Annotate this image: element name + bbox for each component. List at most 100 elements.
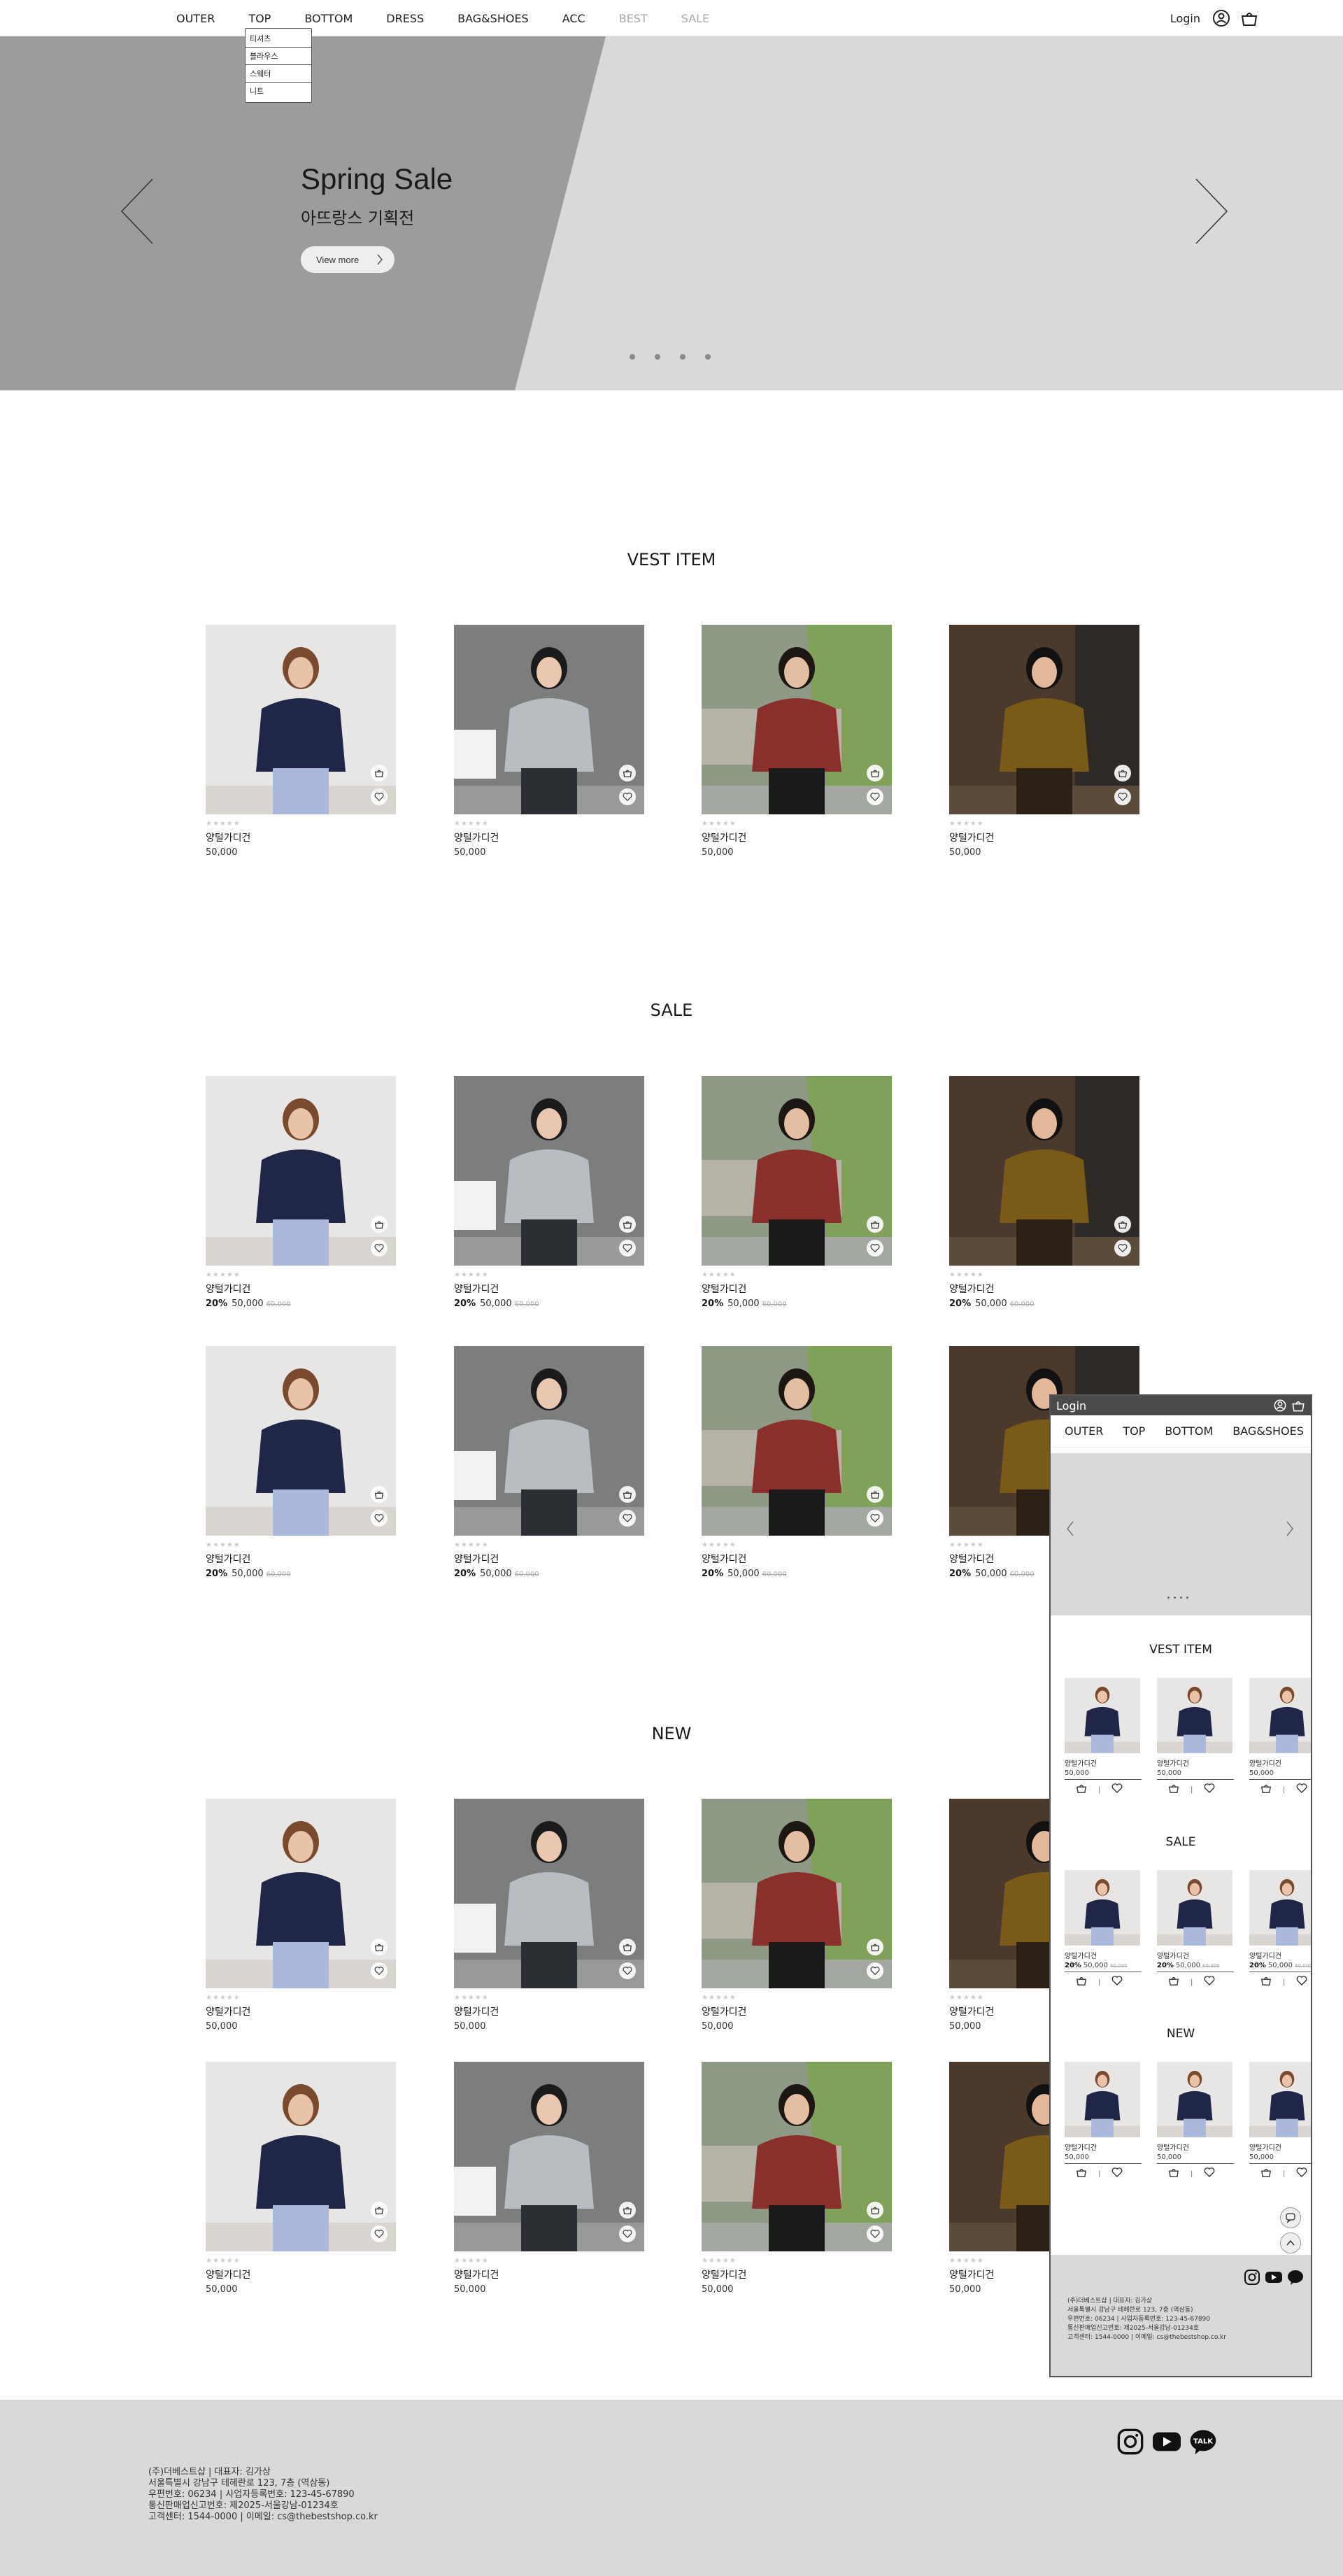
wishlist-heart-icon[interactable]: [867, 1510, 883, 1527]
nav-best[interactable]: BEST: [619, 12, 648, 25]
kakao-talk-icon[interactable]: [1287, 2269, 1304, 2286]
product-card[interactable]: ★★★★★ 양털가디건 50,000: [454, 1799, 644, 2032]
add-to-cart-icon[interactable]: [371, 765, 388, 781]
add-to-cart-icon[interactable]: [619, 1216, 636, 1233]
product-image[interactable]: [454, 1076, 644, 1266]
add-to-cart-icon[interactable]: [1260, 1783, 1272, 1797]
product-card[interactable]: ★★★★★ 양털가디건 50,000: [949, 625, 1139, 858]
mobile-product-name[interactable]: 양털가디건: [1249, 1757, 1311, 1768]
nav-top[interactable]: TOP: [248, 12, 271, 25]
hero-dot[interactable]: [705, 354, 711, 360]
wishlist-heart-icon[interactable]: [619, 788, 636, 805]
hero-prev-arrow[interactable]: [118, 176, 159, 246]
wishlist-heart-icon[interactable]: [1296, 1783, 1307, 1797]
product-image[interactable]: [702, 1076, 892, 1266]
mobile-product-name[interactable]: 양털가디건: [1065, 1950, 1142, 1960]
mobile-product-name[interactable]: 양털가디건: [1065, 2142, 1142, 2152]
mobile-product-card[interactable]: 양털가디건 50,000 |: [1249, 1678, 1311, 1797]
mobile-product-card[interactable]: 양털가디건 50,000 |: [1065, 1678, 1142, 1797]
mobile-chat-button[interactable]: [1280, 2207, 1301, 2228]
product-image[interactable]: [702, 1799, 892, 1988]
mobile-nav-bag-shoes[interactable]: BAG&SHOES: [1232, 1424, 1304, 1438]
product-name[interactable]: 양털가디건: [702, 1282, 892, 1296]
wishlist-heart-icon[interactable]: [1114, 788, 1131, 805]
youtube-icon[interactable]: [1151, 2428, 1182, 2456]
add-to-cart-icon[interactable]: [371, 1486, 388, 1503]
login-link[interactable]: Login: [1170, 12, 1200, 25]
wishlist-heart-icon[interactable]: [371, 1240, 388, 1257]
product-name[interactable]: 양털가디건: [949, 1282, 1139, 1296]
add-to-cart-icon[interactable]: [619, 1486, 636, 1503]
add-to-cart-icon[interactable]: [1076, 2167, 1087, 2181]
add-to-cart-icon[interactable]: [1260, 1975, 1272, 1989]
instagram-icon[interactable]: [1244, 2269, 1260, 2286]
wishlist-heart-icon[interactable]: [1204, 1975, 1215, 1989]
add-to-cart-icon[interactable]: [1114, 1216, 1131, 1233]
mobile-product-image[interactable]: [1065, 1870, 1140, 1946]
product-image[interactable]: [206, 625, 396, 814]
mobile-user-icon[interactable]: [1273, 1399, 1287, 1413]
product-image[interactable]: [454, 625, 644, 814]
product-image[interactable]: [206, 1799, 396, 1988]
product-image[interactable]: [454, 1346, 644, 1536]
mobile-product-image[interactable]: [1157, 2062, 1232, 2137]
product-image[interactable]: [206, 1346, 396, 1536]
nav-outer[interactable]: OUTER: [176, 12, 215, 25]
view-more-button[interactable]: View more: [301, 246, 395, 273]
add-to-cart-icon[interactable]: [371, 2202, 388, 2218]
add-to-cart-icon[interactable]: [371, 1939, 388, 1955]
mobile-nav-outer[interactable]: OUTER: [1065, 1424, 1103, 1438]
product-card[interactable]: ★★★★★ 양털가디건 20% 50,000 60,000: [454, 1346, 644, 1579]
product-card[interactable]: ★★★★★ 양털가디건 20% 50,000 60,000: [949, 1076, 1139, 1309]
mobile-cart-icon[interactable]: [1291, 1399, 1305, 1413]
wishlist-heart-icon[interactable]: [1111, 2167, 1123, 2181]
mobile-product-image[interactable]: [1157, 1870, 1232, 1946]
mobile-product-name[interactable]: 양털가디건: [1249, 2142, 1311, 2152]
user-icon[interactable]: [1211, 8, 1231, 28]
wishlist-heart-icon[interactable]: [1204, 1783, 1215, 1797]
kakao-talk-icon[interactable]: TALK: [1189, 2428, 1217, 2456]
mobile-next-arrow[interactable]: [1286, 1520, 1294, 1537]
wishlist-heart-icon[interactable]: [371, 1510, 388, 1527]
product-card[interactable]: ★★★★★ 양털가디건 20% 50,000 60,000: [206, 1346, 396, 1579]
hero-dot[interactable]: [655, 354, 660, 360]
mobile-product-card[interactable]: 양털가디건 50,000 |: [1249, 2062, 1311, 2181]
mobile-product-card[interactable]: 양털가디건 50,000 |: [1065, 2062, 1142, 2181]
mobile-product-name[interactable]: 양털가디건: [1157, 2142, 1234, 2152]
product-name[interactable]: 양털가디건: [702, 1552, 892, 1566]
mobile-product-image[interactable]: [1249, 1678, 1311, 1753]
add-to-cart-icon[interactable]: [619, 2202, 636, 2218]
mobile-product-name[interactable]: 양털가디건: [1249, 1950, 1311, 1960]
product-name[interactable]: 양털가디건: [949, 830, 1139, 844]
wishlist-heart-icon[interactable]: [867, 788, 883, 805]
wishlist-heart-icon[interactable]: [1111, 1783, 1123, 1797]
dropdown-item-sweater[interactable]: 스웨터: [246, 65, 311, 83]
wishlist-heart-icon[interactable]: [867, 1240, 883, 1257]
mobile-nav-bottom[interactable]: BOTTOM: [1165, 1424, 1213, 1438]
product-name[interactable]: 양털가디건: [206, 2267, 396, 2281]
add-to-cart-icon[interactable]: [619, 765, 636, 781]
product-card[interactable]: ★★★★★ 양털가디건 20% 50,000 60,000: [454, 1076, 644, 1309]
mobile-product-card[interactable]: 양털가디건 20% 50,000 60,000 |: [1065, 1870, 1142, 1989]
product-name[interactable]: 양털가디건: [454, 2004, 644, 2018]
nav-sale[interactable]: SALE: [681, 12, 709, 25]
mobile-product-image[interactable]: [1065, 1678, 1140, 1753]
wishlist-heart-icon[interactable]: [1296, 2167, 1307, 2181]
dropdown-item-tshirt[interactable]: 티셔츠: [246, 30, 311, 48]
product-card[interactable]: ★★★★★ 양털가디건 50,000: [702, 2062, 892, 2295]
hero-dot[interactable]: [680, 354, 685, 360]
add-to-cart-icon[interactable]: [867, 2202, 883, 2218]
mobile-nav-top[interactable]: TOP: [1123, 1424, 1145, 1438]
add-to-cart-icon[interactable]: [1260, 2167, 1272, 2181]
add-to-cart-icon[interactable]: [1114, 765, 1131, 781]
add-to-cart-icon[interactable]: [867, 765, 883, 781]
mobile-product-name[interactable]: 양털가디건: [1157, 1950, 1234, 1960]
product-image[interactable]: [454, 2062, 644, 2251]
wishlist-heart-icon[interactable]: [619, 1510, 636, 1527]
product-image[interactable]: [702, 625, 892, 814]
product-name[interactable]: 양털가디건: [206, 1552, 396, 1566]
product-card[interactable]: ★★★★★ 양털가디건 50,000: [702, 625, 892, 858]
wishlist-heart-icon[interactable]: [619, 1962, 636, 1979]
product-card[interactable]: ★★★★★ 양털가디건 50,000: [702, 1799, 892, 2032]
product-card[interactable]: ★★★★★ 양털가디건 50,000: [206, 625, 396, 858]
